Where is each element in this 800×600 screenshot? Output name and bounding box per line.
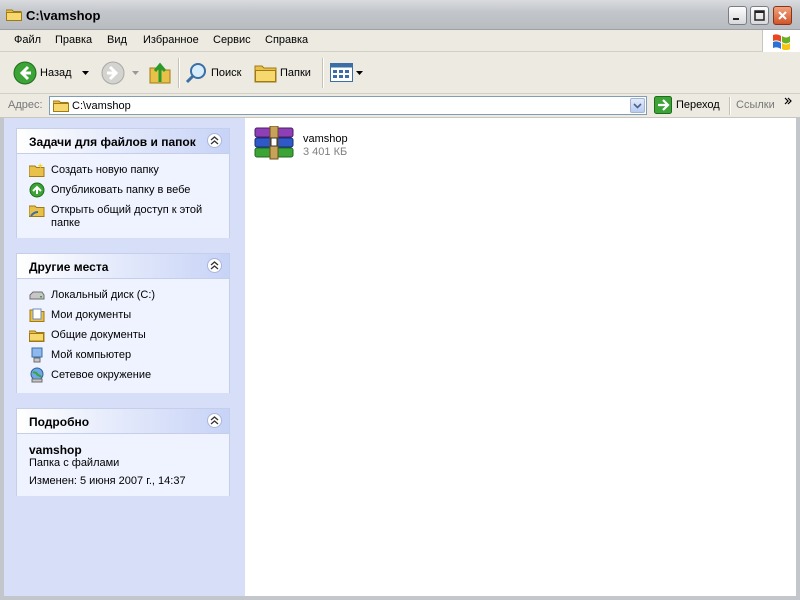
window-border-bottom [0,596,800,600]
places-panel-body: Локальный диск (C:) Мои документы Общие … [17,279,229,393]
address-dropdown-button[interactable] [630,98,645,113]
chevron-up-double-icon [210,261,219,270]
collapse-button[interactable] [207,413,222,428]
toolbar: Назад Поиск Папки [0,52,800,94]
links-label[interactable]: Ссылки [736,99,775,111]
up-folder-button[interactable] [146,58,174,88]
details-modified: Изменен: 5 июня 2007 г., 14:37 [29,475,186,487]
window-title: C:\vamshop [26,8,101,23]
chevron-down-icon [633,103,642,109]
places-panel: Другие места Локальный диск (C:) Мои док… [16,253,230,393]
menu-edit[interactable]: Правка [55,34,92,46]
links-separator [729,97,731,115]
menu-view[interactable]: Вид [107,34,127,46]
details-panel-header[interactable]: Подробно [17,409,229,434]
details-panel-body: vamshop Папка с файлами Изменен: 5 июня … [17,434,229,496]
chevron-right-double-icon[interactable] [784,97,792,105]
go-arrow-icon [654,96,672,114]
menu-file[interactable]: Файл [14,34,41,46]
places-panel-title: Другие места [29,260,109,274]
search-icon [185,63,206,84]
chevron-down-icon [356,71,363,75]
close-button[interactable] [773,6,792,25]
details-panel-title: Подробно [29,415,90,429]
minimize-icon [733,18,739,20]
window-border-right [796,118,800,600]
file-list: vamshop 3 401 КБ [245,118,796,596]
address-bar: Адрес: C:\vamshop Переход Ссылки [0,94,800,118]
maximize-button[interactable] [750,6,769,25]
file-size: 3 401 КБ [303,146,348,158]
views-icon [330,63,353,82]
windows-logo [762,30,800,52]
details-type: Папка с файлами [29,457,120,469]
tasks-panel-title: Задачи для файлов и папок [29,135,196,149]
tasks-panel: Задачи для файлов и папок Создать новую … [16,128,230,238]
content-area: Задачи для файлов и папок Создать новую … [4,118,796,596]
windows-flag-icon [773,34,790,50]
menu-help[interactable]: Справка [265,34,308,46]
toolbar-separator [178,58,180,88]
back-arrow-icon [13,61,37,85]
winrar-archive-icon [254,126,294,160]
places-panel-header[interactable]: Другие места [17,254,229,279]
chevron-down-icon [82,71,89,75]
collapse-button[interactable] [207,133,222,148]
tasks-panel-header[interactable]: Задачи для файлов и папок [17,129,229,154]
forward-arrow-icon [101,61,125,85]
up-folder-icon [149,62,171,84]
chevron-up-double-icon [210,136,219,145]
folder-icon [53,100,69,112]
new-folder-icon [29,163,45,177]
back-button[interactable]: Назад [10,58,92,88]
share-folder-icon [29,205,45,217]
details-name: vamshop [29,443,82,457]
file-name: vamshop [303,133,348,145]
folder-icon [6,9,22,21]
network-places-icon [30,367,44,383]
views-button[interactable] [328,58,364,88]
folders-icon [254,65,277,83]
close-icon [778,11,787,20]
address-input[interactable]: C:\vamshop [49,96,647,115]
minimize-button[interactable] [728,6,747,25]
maximize-icon [754,10,765,21]
file-item[interactable]: vamshop 3 401 КБ [245,118,385,168]
publish-web-icon [29,182,45,198]
hard-drive-icon [29,291,45,300]
task-pane: Задачи для файлов и папок Создать новую … [4,118,245,596]
my-documents-icon [29,308,45,322]
toolbar-separator [322,58,324,88]
go-button[interactable]: Переход [652,96,724,116]
chevron-down-icon [132,71,139,75]
menu-favorites[interactable]: Избранное [143,34,199,46]
my-computer-icon [31,347,43,363]
search-button[interactable]: Поиск [183,58,245,88]
menu-tools[interactable]: Сервис [213,34,251,46]
title-bar: C:\vamshop [0,0,800,30]
tasks-panel-body: Создать новую папку Опубликовать папку в… [17,154,229,238]
folders-button[interactable]: Папки [252,58,318,88]
shared-documents-icon [29,330,45,342]
details-panel: Подробно vamshop Папка с файлами Изменен… [16,408,230,496]
collapse-button[interactable] [207,258,222,273]
address-value: C:\vamshop [72,100,131,112]
address-label: Адрес: [8,99,43,111]
forward-button[interactable] [98,58,140,88]
chevron-up-double-icon [210,416,219,425]
menu-bar: Файл Правка Вид Избранное Сервис Справка [0,30,800,52]
explorer-window: C:\vamshop Файл Правка Вид Избранное Сер… [0,0,800,600]
